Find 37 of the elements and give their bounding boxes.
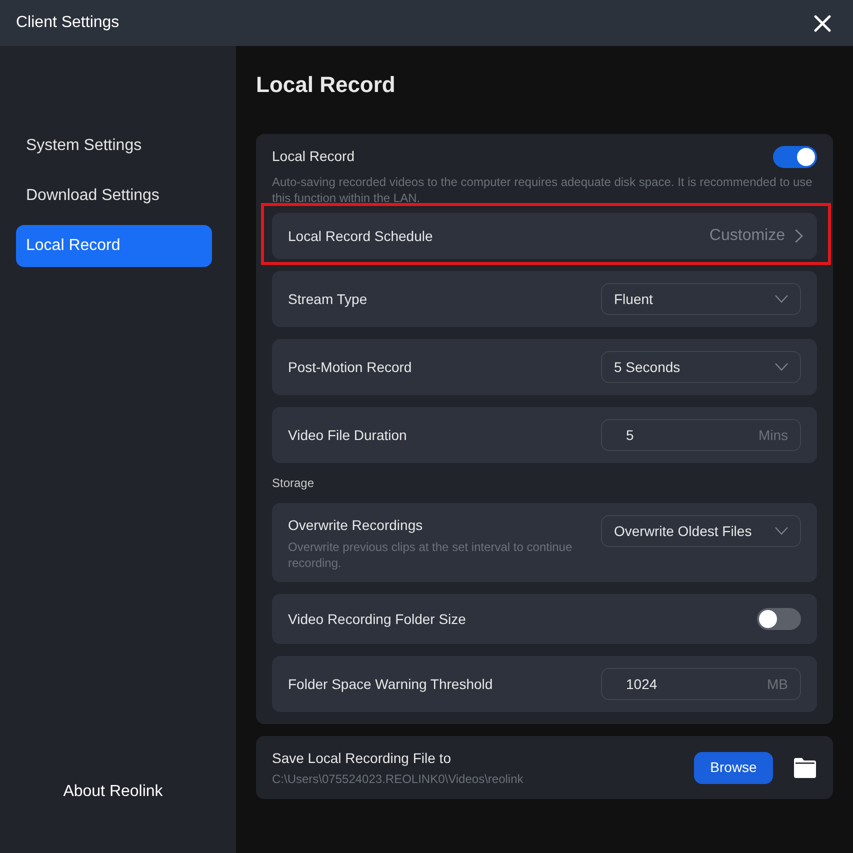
close-button[interactable] bbox=[814, 14, 831, 32]
setting-label: Video Recording Folder Size bbox=[288, 610, 467, 629]
section-label: Storage bbox=[272, 475, 316, 491]
setting-description: Auto-saving recorded videos to the computer requires adequate disk space. It is recommended to use this function within the LAN. bbox=[272, 174, 814, 206]
setting-description: Overwrite previous clips at the set interval to continue recording. bbox=[288, 539, 574, 571]
chevron-down-icon bbox=[775, 295, 788, 303]
sidebar-item[interactable]: System Settings bbox=[16, 125, 212, 167]
toggle-switch[interactable] bbox=[757, 608, 801, 630]
folder-icon[interactable] bbox=[794, 758, 816, 778]
number-field[interactable]: 1024 MB bbox=[601, 668, 801, 700]
close-icon bbox=[814, 14, 831, 32]
setting-label: Post-Motion Record bbox=[288, 358, 413, 377]
browse-button[interactable]: Browse bbox=[694, 752, 773, 784]
about-link[interactable]: About Reolink bbox=[63, 771, 163, 813]
setting-label: Local Record Schedule bbox=[288, 226, 433, 246]
setting-label: Stream Type bbox=[288, 290, 368, 309]
dropdown[interactable]: Fluent bbox=[601, 283, 801, 315]
chevron-right-icon bbox=[795, 229, 803, 243]
setting-label: Video File Duration bbox=[288, 426, 408, 445]
unit-label: Mins bbox=[758, 426, 788, 444]
sidebar-item[interactable]: Download Settings bbox=[16, 175, 212, 217]
chevron-down-icon bbox=[775, 363, 788, 371]
dropdown[interactable]: 5 Seconds bbox=[601, 351, 801, 383]
page-title: Local Record bbox=[256, 71, 396, 99]
sidebar-item[interactable]: Local Record bbox=[16, 225, 212, 267]
number-field[interactable]: 5 Mins bbox=[601, 419, 801, 451]
folder-path: C:\Users\075524023.REOLINK0\Videos\reolink bbox=[272, 771, 524, 787]
setting-label: Overwrite Recordings bbox=[288, 516, 424, 535]
dropdown[interactable]: Overwrite Oldest Files bbox=[601, 515, 801, 547]
setting-label: Local Record bbox=[272, 147, 354, 166]
toggle-switch[interactable] bbox=[773, 146, 817, 168]
unit-label: MB bbox=[767, 674, 788, 694]
chevron-down-icon bbox=[775, 527, 788, 535]
setting-label: Folder Space Warning Threshold bbox=[288, 675, 494, 694]
window-title: Client Settings bbox=[16, 13, 120, 33]
setting-row[interactable]: Local Record Schedule Customize bbox=[272, 213, 817, 259]
setting-label: Save Local Recording File to bbox=[272, 749, 452, 768]
